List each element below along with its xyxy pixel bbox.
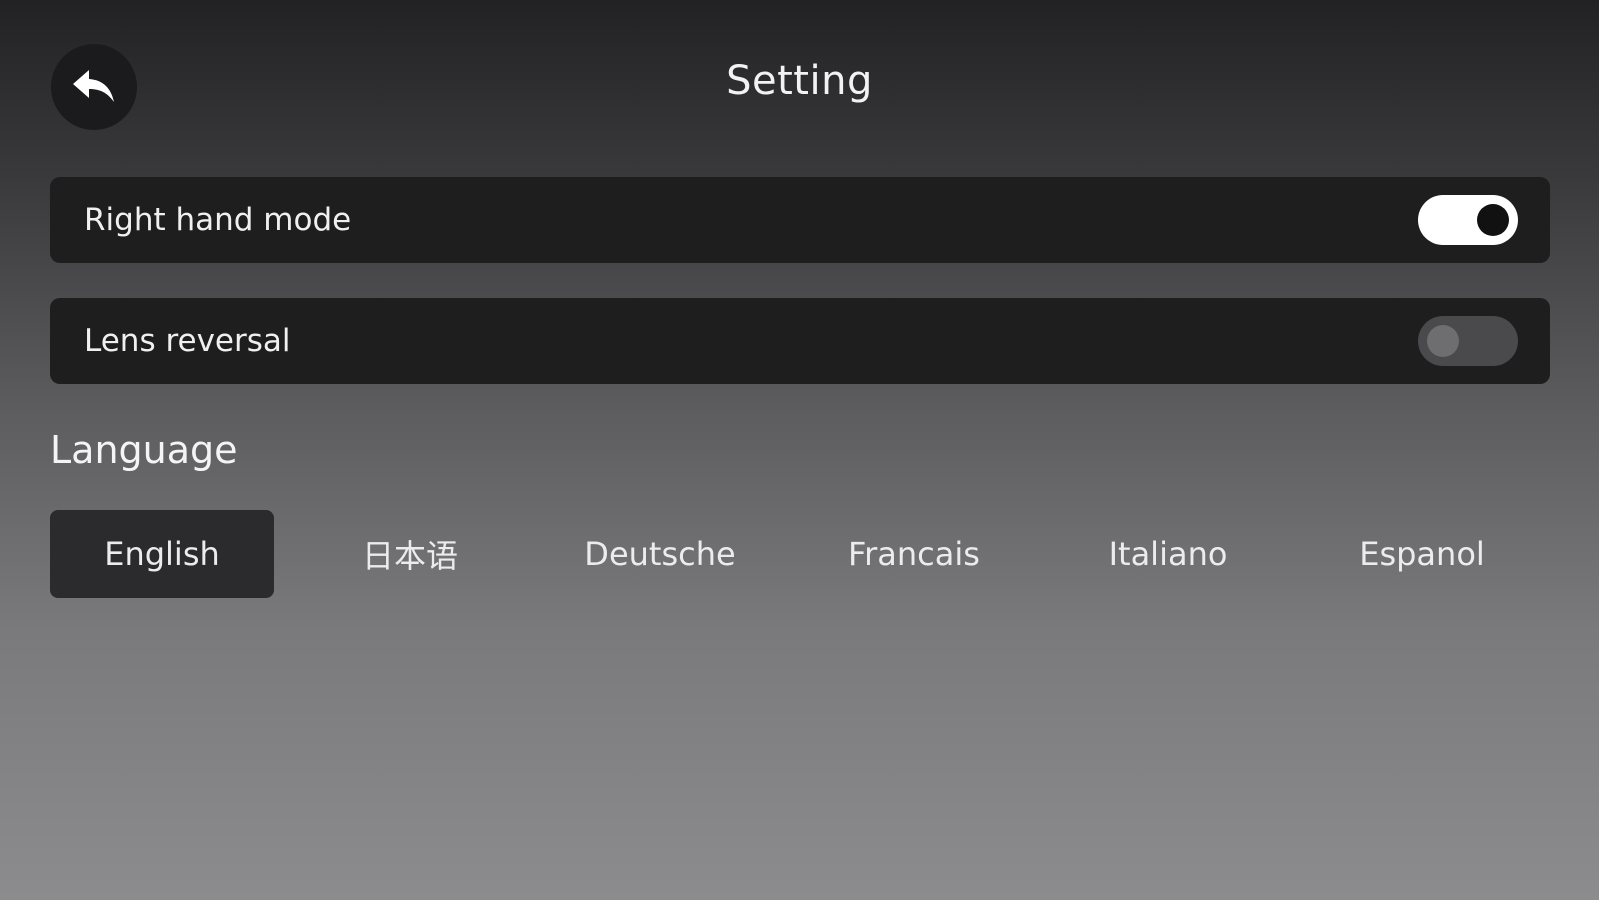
language-options: English 日本语 Deutsche Francais Italiano E…	[50, 510, 1550, 598]
lens-reversal-label: Lens reversal	[84, 323, 291, 359]
language-option-italian[interactable]: Italiano	[1056, 510, 1280, 598]
language-option-english[interactable]: English	[50, 510, 274, 598]
toggle-knob	[1427, 325, 1459, 357]
language-option-french[interactable]: Francais	[802, 510, 1026, 598]
language-heading: Language	[50, 428, 238, 472]
language-option-german[interactable]: Deutsche	[548, 510, 772, 598]
right-hand-mode-label: Right hand mode	[84, 202, 352, 238]
page-title: Setting	[726, 58, 873, 104]
toggle-knob	[1477, 204, 1509, 236]
setting-row-lens-reversal: Lens reversal	[50, 298, 1550, 384]
language-option-spanish[interactable]: Espanol	[1310, 510, 1534, 598]
setting-row-right-hand-mode: Right hand mode	[50, 177, 1550, 263]
language-option-japanese[interactable]: 日本语	[298, 510, 522, 598]
lens-reversal-toggle[interactable]	[1418, 316, 1518, 366]
right-hand-mode-toggle[interactable]	[1418, 195, 1518, 245]
